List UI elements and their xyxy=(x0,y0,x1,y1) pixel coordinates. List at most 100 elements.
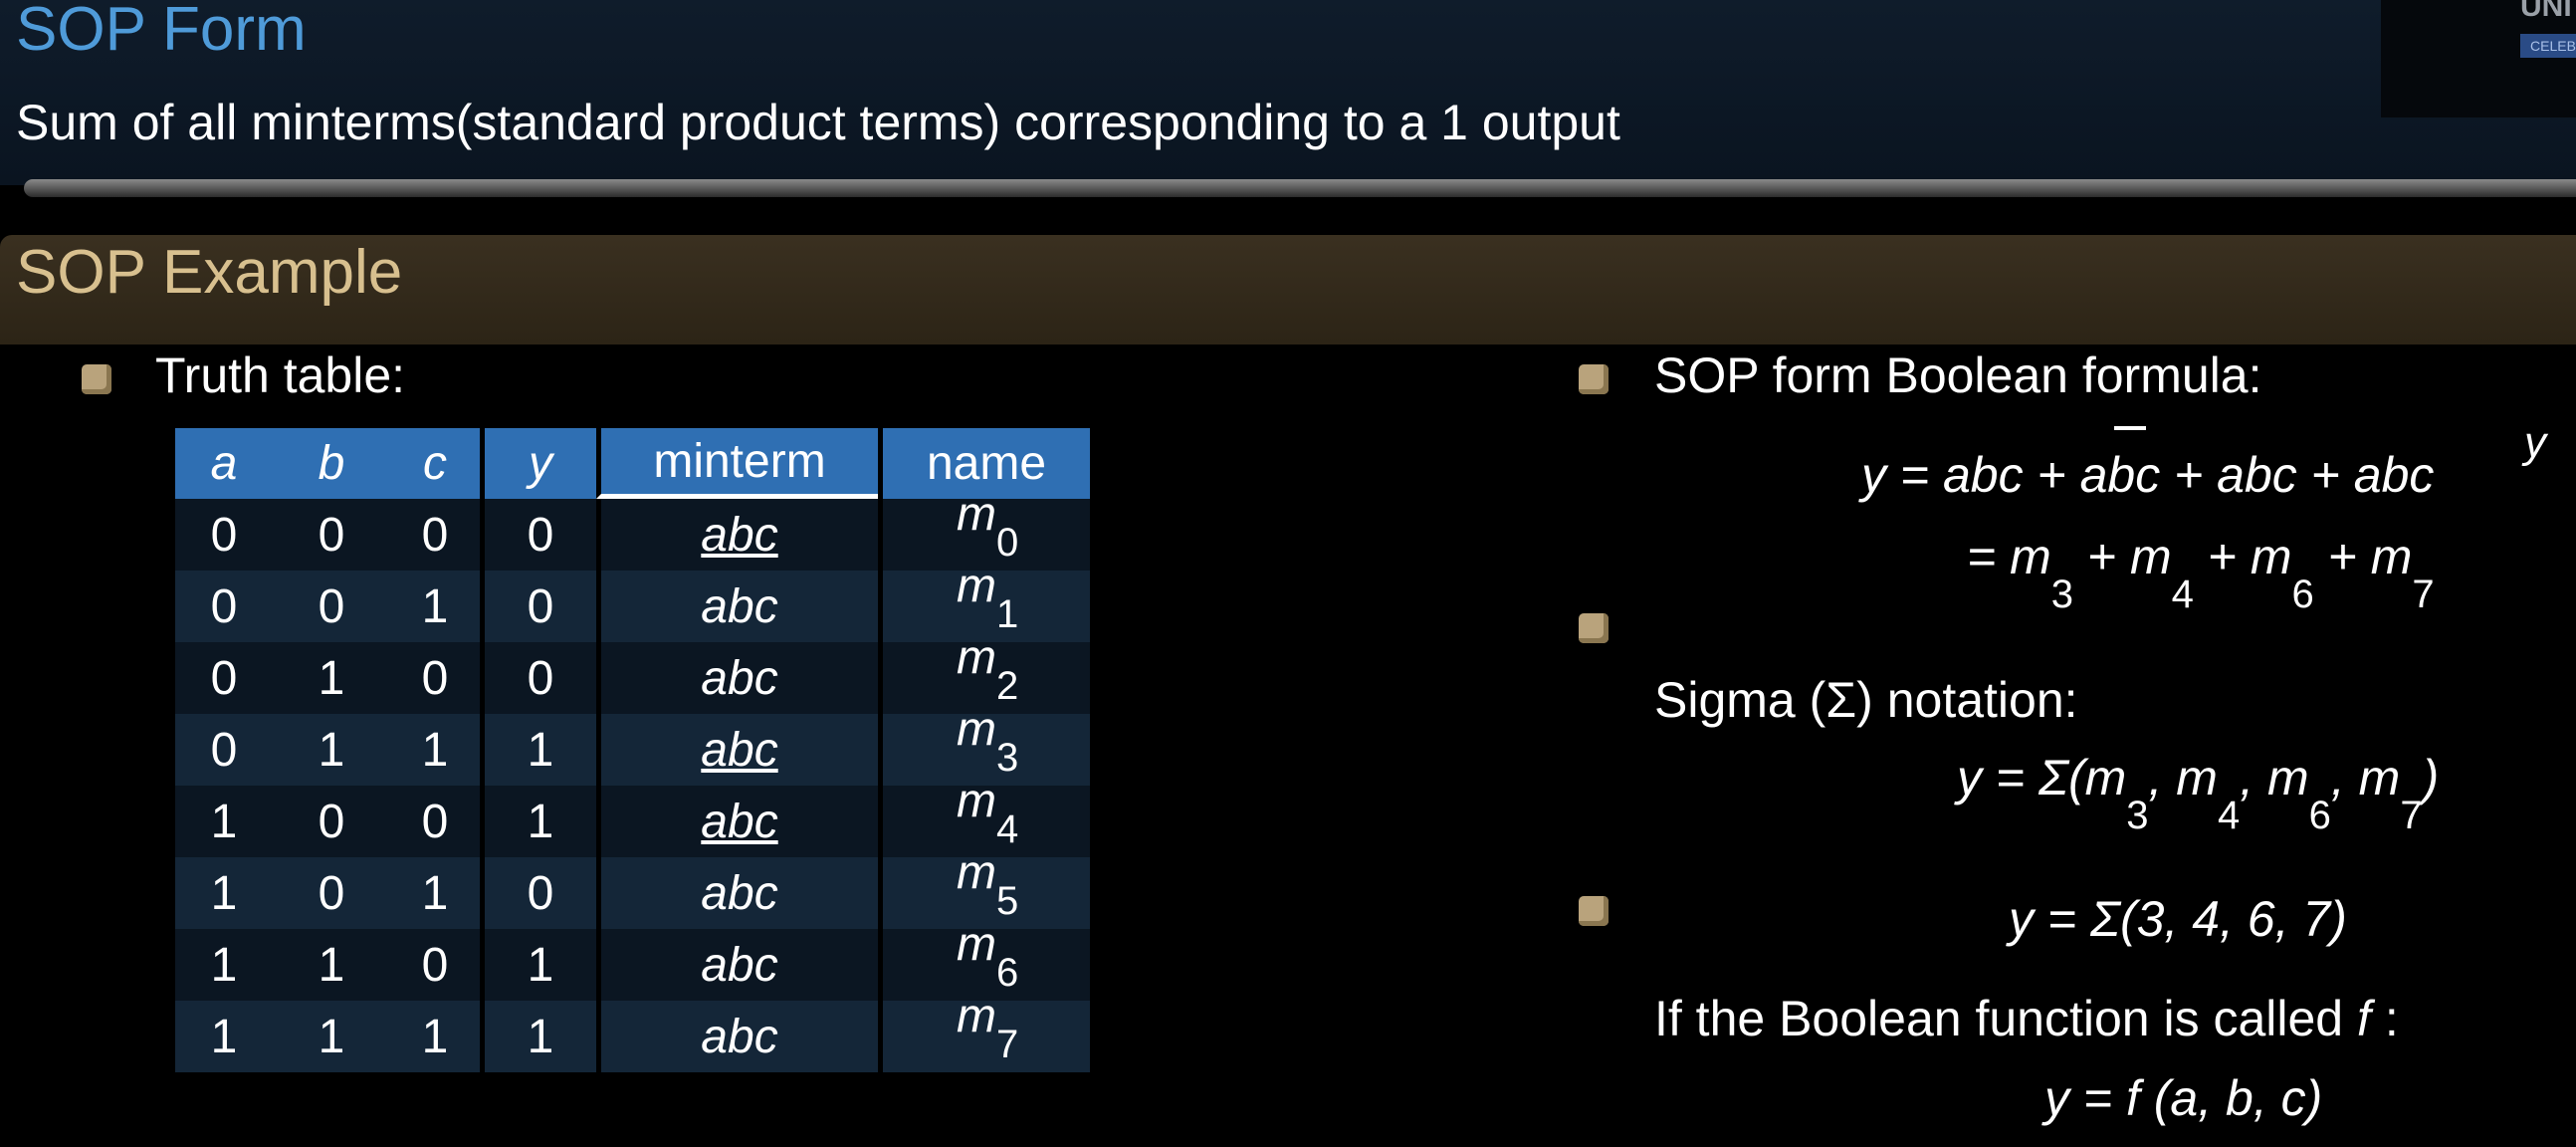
cell-y: 0 xyxy=(480,571,596,642)
cell-b: 0 xyxy=(273,571,390,642)
cell-y: 1 xyxy=(480,786,596,857)
cell-y: 1 xyxy=(480,929,596,1001)
cell-minterm: abc xyxy=(596,1001,878,1072)
name-sub: 2 xyxy=(996,664,1019,708)
col-header-y: y xyxy=(480,428,596,499)
bullet-icon xyxy=(82,364,111,394)
cell-b: 1 xyxy=(273,714,390,786)
cell-c: 1 xyxy=(390,1001,480,1072)
bullet-icon xyxy=(1579,364,1609,394)
logo-ribbon: CELEB xyxy=(2520,34,2576,58)
cell-a: 1 xyxy=(175,857,273,929)
name-m: m xyxy=(957,703,996,756)
overbar xyxy=(2114,426,2146,430)
name-m: m xyxy=(957,775,996,827)
sub-6: 6 xyxy=(2291,573,2314,616)
cell-c: 0 xyxy=(390,499,480,571)
cell-b: 1 xyxy=(273,929,390,1001)
sub-3: 3 xyxy=(2126,794,2149,837)
func-f: f xyxy=(2357,991,2371,1046)
cell-c: 0 xyxy=(390,642,480,714)
table-row: 0 0 0 0 abc m0 xyxy=(175,488,1090,571)
function-label: If the Boolean function is called f : xyxy=(1654,990,2399,1047)
cell-b: 0 xyxy=(273,786,390,857)
cell-a: 1 xyxy=(175,786,273,857)
sop-equation: y = abc + abc + abc + abc xyxy=(1861,447,2435,503)
cell-minterm: abc xyxy=(596,929,878,1001)
name-m: m xyxy=(957,846,996,899)
sigma-label: Sigma (Σ) notation: xyxy=(1654,672,2078,728)
cell-a: 0 xyxy=(175,642,273,714)
cell-minterm: abc xyxy=(596,857,878,929)
slide-subtitle: Sum of all minterms(standard product ter… xyxy=(16,95,1620,150)
cell-minterm: abc xyxy=(596,642,878,714)
divider xyxy=(24,179,2576,197)
col-header-b: b xyxy=(273,428,390,499)
bullet-icon xyxy=(1579,896,1609,926)
name-sub: 5 xyxy=(996,879,1019,923)
cell-c: 0 xyxy=(390,929,480,1001)
name-m: m xyxy=(957,990,996,1042)
cell-y: 0 xyxy=(480,857,596,929)
name-sub: 7 xyxy=(996,1023,1019,1066)
table-row: 1 0 1 0 abc m5 xyxy=(175,846,1090,929)
col-header-minterm: minterm xyxy=(596,428,878,499)
col-header-a: a xyxy=(175,428,273,499)
table-header-row: a b c y minterm name xyxy=(175,428,1090,499)
name-m: m xyxy=(957,488,996,541)
cell-a: 0 xyxy=(175,714,273,786)
sub-7: 7 xyxy=(2400,794,2423,837)
example-title: SOP Example xyxy=(16,238,403,307)
cell-c: 0 xyxy=(390,786,480,857)
minterm-sum: = m3 + m4 + m6 + m7 xyxy=(1967,529,2435,616)
truth-table: a b c y minterm name 0 0 0 0 abc m0 0 0 … xyxy=(175,428,1090,1072)
cell-c: 1 xyxy=(390,857,480,929)
logo-text: UNI xyxy=(2520,0,2572,23)
eq3-prefix: y = Σ(m xyxy=(1957,750,2127,805)
cell-name: m7 xyxy=(878,990,1090,1072)
name-sub: 0 xyxy=(996,521,1019,565)
name-sub: 1 xyxy=(996,592,1019,636)
table-row: 0 0 1 0 abc m1 xyxy=(175,560,1090,642)
cell-a: 1 xyxy=(175,1001,273,1072)
name-sub: 6 xyxy=(996,951,1019,995)
sop-formula-label: SOP form Boolean formula: xyxy=(1654,347,2262,403)
table-row: 1 0 0 1 abc m4 xyxy=(175,775,1090,857)
sub-6: 6 xyxy=(2308,794,2331,837)
table-row: 1 1 1 1 abc m7 xyxy=(175,990,1090,1072)
sub-7: 7 xyxy=(2412,573,2435,616)
cell-a: 1 xyxy=(175,929,273,1001)
university-logo: UNI CELEB xyxy=(2381,0,2576,117)
func-pre: If the Boolean function is called xyxy=(1654,991,2358,1046)
cell-b: 1 xyxy=(273,1001,390,1072)
table-row: 0 1 1 1 abc m3 xyxy=(175,703,1090,786)
side-y: y xyxy=(2524,418,2546,467)
cell-minterm: abc xyxy=(596,499,878,571)
bullet-icon xyxy=(1579,613,1609,643)
table-row: 0 1 0 0 abc m2 xyxy=(175,631,1090,714)
name-sub: 4 xyxy=(996,807,1019,851)
cell-a: 0 xyxy=(175,571,273,642)
name-m: m xyxy=(957,918,996,971)
sub-3: 3 xyxy=(2050,573,2073,616)
name-sub: 3 xyxy=(996,736,1019,780)
header-band xyxy=(0,0,2576,185)
name-m: m xyxy=(957,560,996,612)
cell-minterm: abc xyxy=(596,571,878,642)
cell-c: 1 xyxy=(390,714,480,786)
cell-b: 0 xyxy=(273,499,390,571)
sigma-index-equation: y = Σ(3, 4, 6, 7) xyxy=(2009,891,2347,947)
eq2-prefix: = m xyxy=(1967,529,2051,584)
col-header-c: c xyxy=(390,428,480,499)
sigma-equation: y = Σ(m3, m4, m6, m7) xyxy=(1957,750,2440,837)
sub-4: 4 xyxy=(2171,573,2194,616)
sub-4: 4 xyxy=(2217,794,2241,837)
name-m: m xyxy=(957,631,996,684)
slide-title: SOP Form xyxy=(16,0,307,64)
cell-a: 0 xyxy=(175,499,273,571)
cell-minterm: abc xyxy=(596,714,878,786)
truth-table-label: Truth table: xyxy=(155,347,406,403)
cell-c: 1 xyxy=(390,571,480,642)
cell-y: 1 xyxy=(480,714,596,786)
cell-minterm: abc xyxy=(596,786,878,857)
